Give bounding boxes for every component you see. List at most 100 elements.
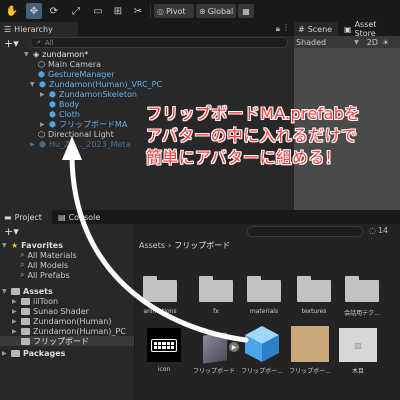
expand-arrow-icon[interactable]: ▶: [40, 121, 46, 128]
expand-arrow-icon[interactable]: ▼: [2, 242, 8, 249]
expand-arrow-icon[interactable]: ▼: [2, 288, 8, 295]
play-icon[interactable]: ▶: [229, 342, 239, 352]
folder-icon: [11, 287, 20, 295]
prefab-icon: ⬢: [39, 79, 46, 89]
hierarchy-tab-label: Hierarchy: [14, 24, 53, 34]
assets-label: Assets: [23, 286, 53, 296]
hierarchy-item-zundamon-skeleton[interactable]: ▶ ⬢ ZundamonSkeleton: [40, 89, 137, 99]
global-toggle[interactable]: ⊕ Global: [196, 4, 236, 18]
scene-row[interactable]: ▼ ◈ zundamon*: [24, 49, 88, 59]
folder-icon: [21, 317, 30, 325]
search-icon: ⌕: [20, 270, 25, 279]
tab-asset-store[interactable]: ▣ Asset Store: [340, 20, 400, 38]
rotate-tool-icon[interactable]: ⟳: [46, 3, 62, 19]
favorites-header[interactable]: ▼ ★ Favorites: [2, 240, 63, 250]
project-folder-tree: ▼ ★ Favorites ⌕ All Materials ⌕ All Mode…: [0, 240, 134, 400]
hierarchy-item-hu-zu[interactable]: ▶ ⬢ Hu_Zu..._2023_Meta: [30, 139, 130, 149]
folder-zundamon-human[interactable]: ▶ Zundamon(Human): [12, 316, 111, 326]
grid-snap-button[interactable]: ▦: [238, 4, 254, 18]
scene-toolbar: Shaded ▼ 2D ☀: [294, 36, 400, 48]
add-button[interactable]: +▾: [4, 37, 19, 50]
tab-console[interactable]: ▤ Console: [54, 210, 106, 224]
asset-label: 会話用テク...: [344, 310, 380, 317]
console-tab-icon: ▤: [58, 212, 66, 222]
pivot-toggle[interactable]: ◎ Pivot: [154, 4, 194, 18]
favorite-item-materials[interactable]: ⌕ All Materials: [20, 250, 77, 260]
prefab-cube-icon[interactable]: [243, 324, 281, 364]
image-icon: ▨: [354, 340, 362, 350]
hidden-count-badge[interactable]: ◌ 14: [369, 226, 388, 235]
expand-arrow-icon[interactable]: ▶: [40, 91, 46, 98]
asset-wood-texture[interactable]: ▨: [339, 328, 377, 362]
expand-arrow-icon[interactable]: ▶: [12, 318, 18, 325]
hierarchy-item-cloth[interactable]: ⬢ Cloth: [49, 109, 80, 119]
project-add-button[interactable]: +▾: [4, 225, 19, 238]
asset-folder-fx[interactable]: [199, 276, 233, 302]
lighting-toggle-icon[interactable]: ☀: [382, 38, 389, 47]
hierarchy-item-body[interactable]: ⬢ Body: [49, 99, 79, 109]
asset-label: materials: [249, 308, 279, 315]
asset-label: fx: [213, 308, 219, 315]
breadcrumb-assets[interactable]: Assets: [139, 241, 165, 250]
favorite-label: All Models: [27, 260, 69, 270]
asset-folder-textures[interactable]: [297, 276, 331, 302]
rect-tool-icon[interactable]: ▭: [90, 3, 106, 19]
folder-liltoon[interactable]: ▶ lilToon: [12, 296, 58, 306]
console-tab-label: Console: [68, 212, 101, 222]
scene-tabbar: # Scene ▣ Asset Store: [294, 20, 400, 38]
packages-header[interactable]: ▶ Packages: [2, 348, 65, 358]
shading-dropdown[interactable]: Shaded: [296, 38, 326, 47]
annotation-line-1: フリップボードMA.prefabを: [146, 104, 361, 123]
lock-icon[interactable]: 🔒︎: [276, 24, 280, 34]
hierarchy-item-zundamon-vrc[interactable]: ▼ ⬢ Zundamon(Human)_VRC_PC: [30, 79, 162, 89]
expand-arrow-icon[interactable]: ▶: [12, 298, 18, 305]
item-label: Cloth: [58, 109, 80, 119]
folder-flipboard[interactable]: フリップボード: [0, 336, 134, 346]
move-tool-icon[interactable]: ✥: [26, 3, 42, 19]
folder-label: フリップボード: [33, 336, 89, 346]
scale-tool-icon[interactable]: ⤢: [68, 3, 84, 19]
expand-arrow-icon[interactable]: ▶: [2, 350, 8, 357]
favorite-item-models[interactable]: ⌕ All Models: [20, 260, 68, 270]
hierarchy-search-input[interactable]: ⌕ All: [30, 37, 288, 48]
expand-arrow-icon[interactable]: ▶: [30, 141, 36, 148]
hierarchy-item-directional-light[interactable]: ⬡ Directional Light: [38, 129, 114, 139]
asset-folder-animations[interactable]: [143, 276, 177, 302]
custom-tool-icon[interactable]: ✂: [130, 3, 146, 19]
item-label: フリップボードMA: [58, 119, 128, 129]
asset-folder-materials[interactable]: [247, 276, 281, 302]
2d-toggle[interactable]: 2D: [367, 38, 378, 47]
hierarchy-item-gesture-manager[interactable]: ⬢ GestureManager: [38, 69, 115, 79]
expand-arrow-icon[interactable]: ▼: [24, 51, 30, 58]
tab-hierarchy[interactable]: ☰ Hierarchy: [0, 22, 78, 36]
assets-header[interactable]: ▼ Assets: [2, 286, 53, 296]
chevron-down-icon[interactable]: ▼: [354, 39, 359, 46]
breadcrumb-current[interactable]: フリップボード: [174, 240, 230, 251]
asset-folder-conversation[interactable]: [345, 276, 379, 302]
grid-icon: ▦: [242, 6, 250, 16]
search-placeholder: All: [44, 38, 54, 47]
folder-zundamon-human-pc[interactable]: ▶ Zundamon(Human)_PC: [12, 326, 126, 336]
asset-wood-material[interactable]: [291, 326, 329, 362]
asset-flipboard-model-icon[interactable]: [203, 332, 227, 364]
kebab-menu-icon[interactable]: ⋮: [282, 23, 290, 32]
expand-arrow-icon[interactable]: ▶: [12, 308, 18, 315]
hand-tool-icon[interactable]: ✋: [4, 3, 20, 19]
asset-label: フリップボー...: [289, 368, 331, 375]
favorite-label: All Prefabs: [27, 270, 70, 280]
hierarchy-item-main-camera[interactable]: ⬡ Main Camera: [38, 59, 101, 69]
project-search-input[interactable]: [247, 226, 363, 237]
project-panel: ▬ Project ▤ Console +▾ ▼ ★ Favorites ⌕ A…: [0, 210, 400, 400]
transform-tool-icon[interactable]: ⊞: [110, 3, 126, 19]
tab-project[interactable]: ▬ Project: [0, 210, 52, 224]
asset-icon-texture[interactable]: [147, 328, 181, 362]
expand-arrow-icon[interactable]: ▶: [12, 328, 18, 335]
hierarchy-item-flipboard-ma[interactable]: ▶ ⬢ フリップボードMA: [40, 119, 127, 129]
folder-icon: [21, 327, 30, 335]
expand-arrow-icon[interactable]: ▼: [30, 81, 36, 88]
annotation-line-3: 簡単にアバターに組める！: [146, 148, 341, 167]
favorite-item-prefabs[interactable]: ⌕ All Prefabs: [20, 270, 70, 280]
folder-sunao-shader[interactable]: ▶ Sunao Shader: [12, 306, 89, 316]
tab-scene[interactable]: # Scene: [294, 22, 338, 36]
packages-label: Packages: [23, 348, 66, 358]
